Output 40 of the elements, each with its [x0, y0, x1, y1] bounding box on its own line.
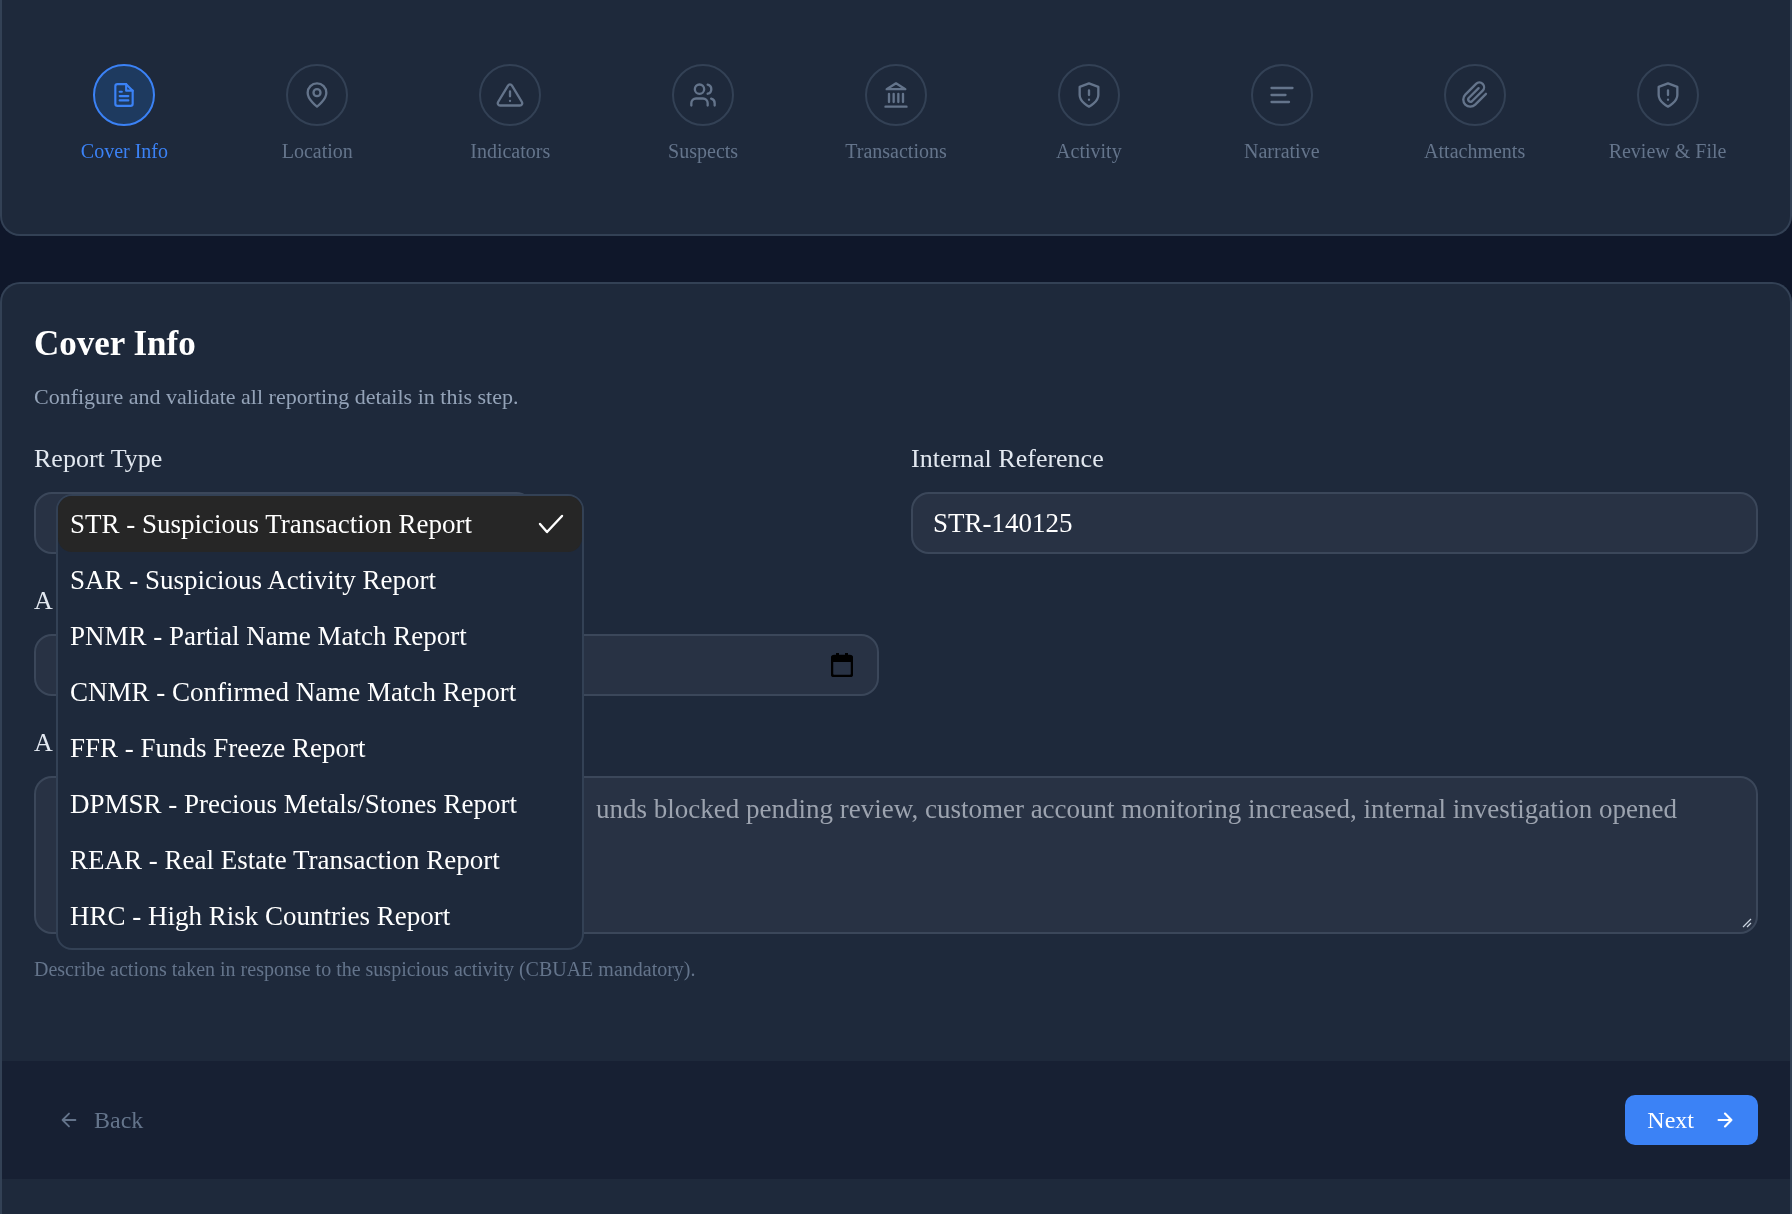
warning-icon	[496, 81, 525, 109]
step-label: Cover Info	[80, 140, 169, 163]
step-label: Transactions	[845, 140, 947, 163]
checkmark-icon	[538, 513, 564, 535]
step-label: Activity	[1056, 140, 1122, 163]
dropdown-option[interactable]: CNMR - Confirmed Name Match Report	[58, 664, 582, 720]
step-label: Suspects	[668, 140, 739, 163]
step-label: Review & File	[1608, 140, 1727, 163]
step-button[interactable]	[1057, 64, 1120, 126]
step-label: Attachments	[1424, 140, 1526, 163]
step-label: Location	[281, 140, 353, 163]
step-button[interactable]	[672, 64, 735, 126]
step-button[interactable]	[1443, 64, 1506, 126]
dropdown-option[interactable]: DPMSR - Precious Metals/Stones Report	[58, 776, 582, 832]
users-icon	[689, 81, 718, 109]
step-label: Narrative	[1244, 140, 1320, 163]
field-label: Report Type	[34, 444, 163, 474]
internal-reference-field[interactable]: STR-140125	[911, 492, 1758, 554]
helper-text: Describe actions taken in response to the suspicious activity (CBUAE mandatory).	[34, 958, 697, 981]
step-label: Indicators	[470, 140, 551, 163]
step-button[interactable]	[1636, 64, 1699, 126]
field-label: A	[34, 728, 53, 758]
resize-grip-icon	[1740, 916, 1752, 928]
dropdown-option[interactable]: PNMR - Partial Name Match Report	[58, 608, 582, 664]
calendar-icon	[831, 653, 853, 677]
field-label: Internal Reference	[911, 444, 1104, 474]
step-button[interactable]	[1250, 64, 1313, 126]
step-button[interactable]	[865, 64, 927, 126]
bank-icon	[882, 81, 910, 109]
section-title: Cover Info	[34, 324, 197, 364]
dropdown-option[interactable]: SAR - Suspicious Activity Report	[58, 552, 582, 608]
step-button[interactable]	[479, 64, 542, 126]
dropdown-option[interactable]: STR - Suspicious Transaction Report	[58, 496, 582, 552]
dropdown-option[interactable]: REAR - Real Estate Transaction Report	[58, 832, 582, 888]
field-label: A	[34, 586, 53, 616]
paperclip-icon	[1460, 81, 1489, 109]
section-subtitle: Configure and validate all reporting details in this step.	[34, 384, 520, 410]
next-button[interactable]: Next	[1625, 1095, 1758, 1145]
step-button[interactable]	[286, 64, 349, 126]
dropdown-option[interactable]: FFR - Funds Freeze Report	[58, 720, 582, 776]
